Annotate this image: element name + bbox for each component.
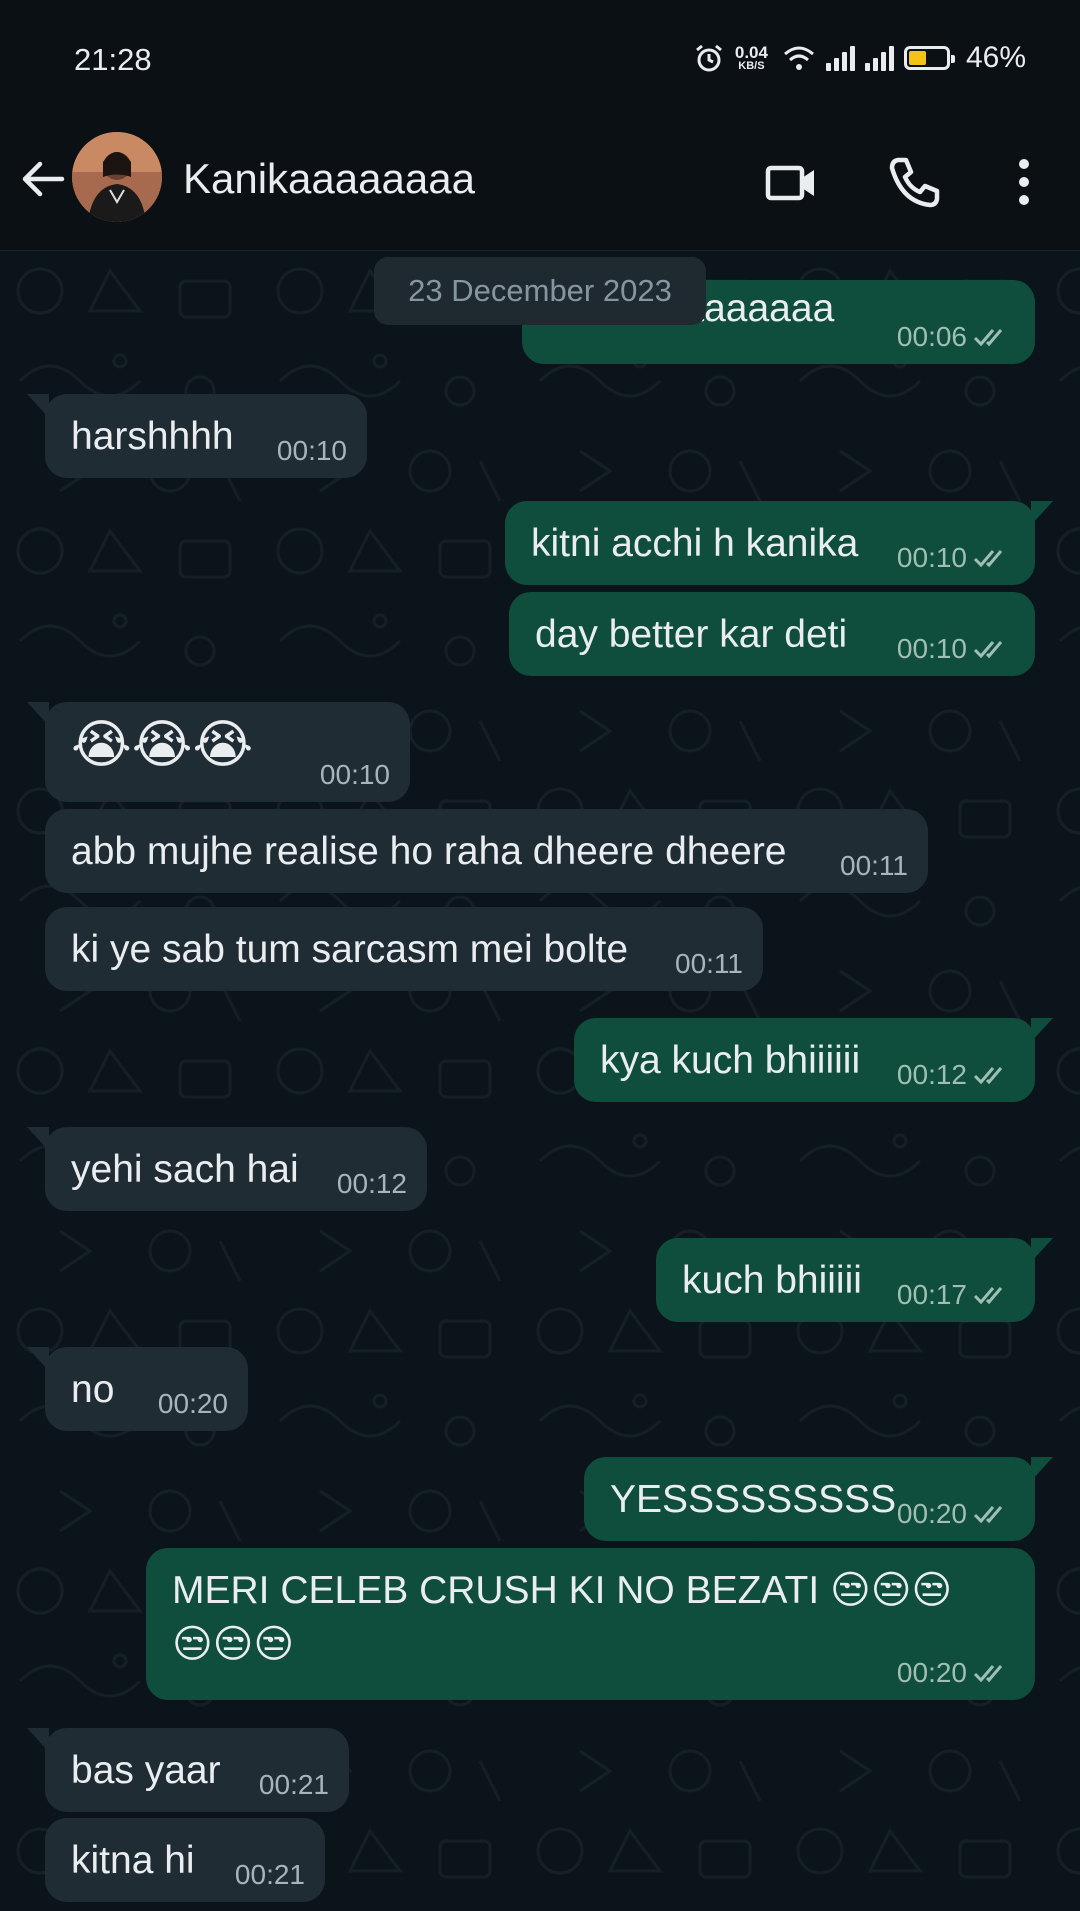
date-chip: 23 December 2023: [374, 257, 706, 325]
voice-call-icon[interactable]: [884, 152, 944, 212]
message-time: 00:21: [234, 1859, 305, 1891]
message-text: kya kuch bhiiiiii: [600, 1039, 861, 1082]
network-speed-value: 0.04: [734, 43, 768, 62]
read-receipt-icon: [973, 1287, 1003, 1305]
read-receipt-icon: [973, 641, 1003, 659]
signal-icon-2: [864, 45, 894, 71]
alarm-icon: [695, 44, 722, 72]
message-text: YESSSSSSSSS: [610, 1478, 897, 1521]
message-time: 00:06: [896, 321, 967, 353]
message-time: 00:11: [675, 948, 743, 980]
message-text: harshhhh: [71, 415, 234, 458]
network-speed: 0.04 KB/S: [735, 44, 768, 72]
status-time: 21:28: [74, 42, 152, 77]
message-incoming[interactable]: 😭😭😭 00:10: [27, 702, 410, 802]
message-time: 00:20: [896, 1498, 967, 1530]
message-text: bas yaar: [71, 1749, 221, 1792]
message-outgoing[interactable]: MERI CELEB CRUSH KI NO BEZATI 😒😒😒 😒😒😒 00…: [146, 1548, 1035, 1700]
message-incoming[interactable]: yehi sach hai 00:12: [27, 1127, 427, 1211]
message-time: 00:17: [896, 1279, 967, 1311]
message-incoming[interactable]: abb mujhe realise ho raha dheere dheere …: [45, 809, 928, 893]
message-outgoing[interactable]: kuch bhiiiii 00:17: [656, 1238, 1053, 1322]
message-text-line2: 😒😒😒: [172, 1622, 294, 1667]
message-text: day better kar deti: [535, 613, 848, 656]
status-icons: 0.04 KB/S 46%: [693, 38, 1026, 78]
message-incoming[interactable]: harshhhh 00:10: [27, 394, 367, 478]
message-text: kuch bhiiiii: [682, 1259, 862, 1302]
message-text: MERI CELEB CRUSH KI NO BEZATI 😒😒😒: [172, 1569, 953, 1612]
avatar-image: [72, 132, 162, 222]
message-text: ki ye sab tum sarcasm mei bolte: [71, 928, 629, 971]
network-speed-unit: KB/S: [738, 60, 765, 72]
message-incoming[interactable]: no 00:20: [27, 1347, 248, 1431]
chat-area[interactable]: 23 December 2023 kanikaaaaaaaaa 00:06 ha…: [0, 251, 1080, 1911]
wifi-icon: [783, 46, 814, 70]
message-time: 00:20: [896, 1657, 967, 1689]
message-time: 00:10: [319, 759, 390, 791]
message-time: 00:12: [336, 1168, 407, 1200]
avatar[interactable]: [72, 132, 162, 222]
message-time: 00:20: [157, 1388, 228, 1420]
battery-fill: [908, 51, 926, 65]
message-time: 00:11: [840, 850, 908, 882]
message-time: 00:12: [896, 1059, 967, 1091]
back-arrow-icon[interactable]: [18, 154, 68, 204]
message-outgoing[interactable]: day better kar deti 00:10: [509, 592, 1035, 676]
message-text: yehi sach hai: [71, 1148, 299, 1191]
message-outgoing[interactable]: kitni acchi h kanika 00:10: [505, 501, 1053, 585]
read-receipt-icon: [973, 1506, 1003, 1524]
message-incoming[interactable]: kitna hi 00:21: [45, 1818, 325, 1902]
message-incoming[interactable]: bas yaar 00:21: [27, 1728, 349, 1812]
read-receipt-icon: [973, 550, 1003, 568]
message-text: kitna hi: [71, 1839, 195, 1882]
message-outgoing[interactable]: kya kuch bhiiiiii 00:12: [574, 1018, 1053, 1102]
read-receipt-icon: [973, 1665, 1003, 1683]
message-time: 00:21: [258, 1769, 329, 1801]
read-receipt-icon: [973, 329, 1003, 347]
contact-name[interactable]: Kanikaaaaaaaa: [183, 155, 475, 203]
chat-header: Kanikaaaaaaaa: [0, 110, 1080, 251]
message-time: 00:10: [896, 633, 967, 665]
read-receipt-icon: [973, 1067, 1003, 1085]
message-text: 😭😭😭: [71, 715, 254, 775]
more-options-icon[interactable]: [1000, 152, 1060, 212]
message-text: no: [71, 1368, 115, 1411]
battery-percent: 46%: [965, 41, 1026, 74]
video-call-icon[interactable]: [762, 152, 822, 212]
message-text: abb mujhe realise ho raha dheere dheere: [71, 830, 787, 873]
message-outgoing[interactable]: YESSSSSSSSS 00:20: [584, 1457, 1053, 1541]
status-bar: 21:28 0.04 KB/S 46%: [0, 0, 1080, 110]
message-text: kitni acchi h kanika: [531, 522, 859, 565]
battery-icon: [903, 46, 955, 70]
message-time: 00:10: [276, 435, 347, 467]
message-incoming[interactable]: ki ye sab tum sarcasm mei bolte 00:11: [45, 907, 763, 991]
message-time: 00:10: [896, 542, 967, 574]
signal-icon-1: [825, 45, 855, 71]
